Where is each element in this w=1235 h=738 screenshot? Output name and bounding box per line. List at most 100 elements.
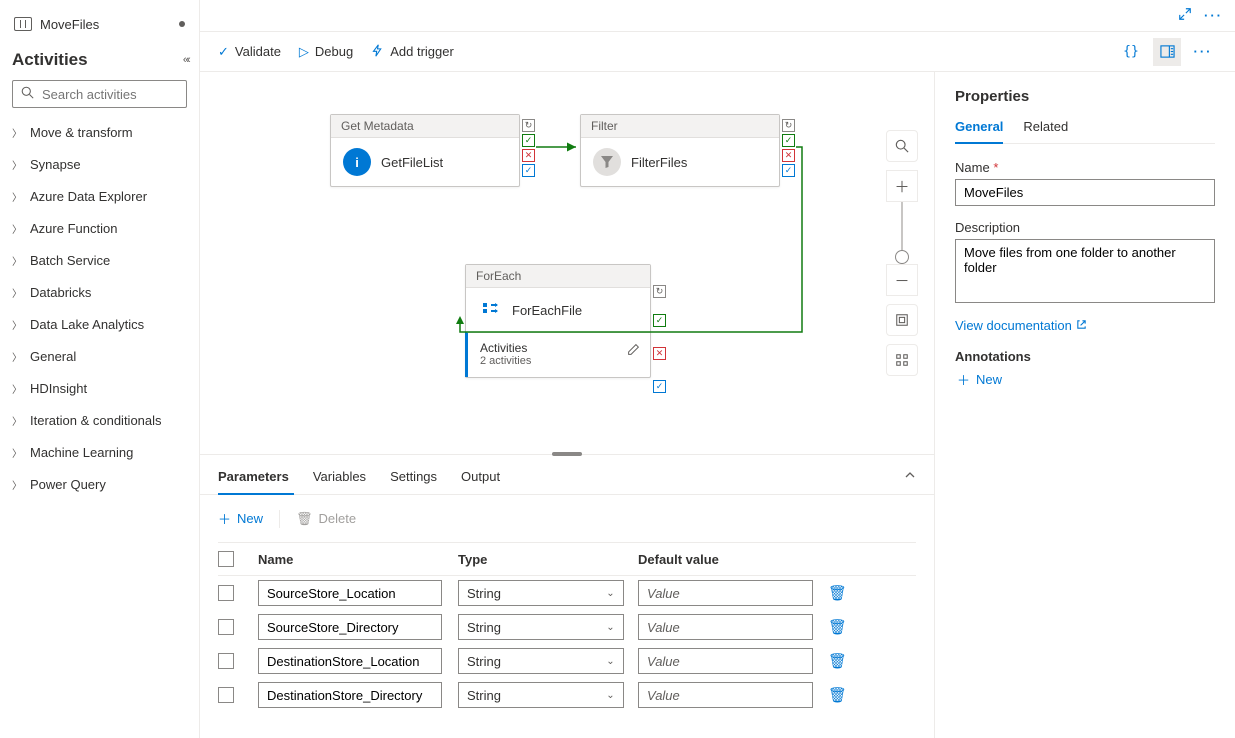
node-get-metadata[interactable]: Get Metadata i GetFileList ↻ ✓ ✕ ✓ bbox=[330, 114, 520, 187]
tab-general[interactable]: General bbox=[955, 119, 1003, 144]
add-trigger-button[interactable]: Add trigger bbox=[371, 44, 454, 60]
activity-category[interactable]: 〉Move & transform bbox=[12, 116, 187, 148]
activity-category[interactable]: 〉Power Query bbox=[12, 468, 187, 500]
description-input[interactable] bbox=[955, 239, 1215, 303]
category-label: Machine Learning bbox=[30, 445, 133, 460]
zoom-thumb[interactable] bbox=[895, 250, 909, 264]
activity-category[interactable]: 〉General bbox=[12, 340, 187, 372]
port-skip-icon[interactable]: ↻ bbox=[522, 119, 535, 132]
json-code-button[interactable]: {} bbox=[1117, 38, 1145, 66]
activity-category[interactable]: 〉Machine Learning bbox=[12, 436, 187, 468]
select-all-checkbox[interactable] bbox=[218, 551, 234, 567]
collapse-panel-icon[interactable] bbox=[904, 469, 916, 494]
param-type-select[interactable]: String⌄ bbox=[458, 648, 624, 674]
param-default-input[interactable] bbox=[638, 614, 813, 640]
delete-label: Delete bbox=[319, 511, 357, 526]
param-type-select[interactable]: String⌄ bbox=[458, 614, 624, 640]
plus-icon: ＋ bbox=[218, 509, 231, 528]
param-name-input[interactable] bbox=[258, 580, 442, 606]
tab-output[interactable]: Output bbox=[461, 469, 500, 494]
activity-category[interactable]: 〉Data Lake Analytics bbox=[12, 308, 187, 340]
more-icon[interactable]: ··· bbox=[1204, 8, 1223, 23]
foreach-activities-section[interactable]: Activities 2 activities bbox=[465, 332, 650, 377]
param-type-select[interactable]: String⌄ bbox=[458, 682, 624, 708]
pipeline-canvas[interactable]: Get Metadata i GetFileList ↻ ✓ ✕ ✓ bbox=[200, 72, 934, 454]
activity-category[interactable]: 〉Synapse bbox=[12, 148, 187, 180]
node-type-label: Filter bbox=[581, 115, 779, 138]
trash-icon[interactable]: 🗑 bbox=[828, 619, 847, 636]
activity-category[interactable]: 〉Databricks bbox=[12, 276, 187, 308]
activity-category-list: 〉Move & transform〉Synapse〉Azure Data Exp… bbox=[12, 116, 187, 500]
trash-icon[interactable]: 🗑 bbox=[828, 585, 847, 602]
collapse-activities-icon[interactable]: «‹ bbox=[183, 54, 187, 66]
fit-to-screen-button[interactable] bbox=[886, 304, 918, 336]
search-tool-button[interactable] bbox=[886, 130, 918, 162]
param-default-input[interactable] bbox=[638, 648, 813, 674]
validate-button[interactable]: ✓ Validate bbox=[218, 44, 281, 60]
tab-settings[interactable]: Settings bbox=[390, 469, 437, 494]
port-skip-icon[interactable]: ↻ bbox=[782, 119, 795, 132]
node-filter[interactable]: Filter FilterFiles ↻ ✓ ✕ ✓ bbox=[580, 114, 780, 187]
node-ports: ↻ ✓ ✕ ✓ bbox=[782, 119, 795, 177]
param-name-input[interactable] bbox=[258, 648, 442, 674]
port-success-icon[interactable]: ✓ bbox=[653, 314, 666, 327]
trash-icon[interactable]: 🗑 bbox=[828, 687, 847, 704]
expand-icon[interactable] bbox=[1178, 7, 1192, 24]
name-input[interactable] bbox=[955, 179, 1215, 206]
activities-title-row: Activities «‹ bbox=[12, 50, 187, 70]
pipeline-tab[interactable]: MoveFiles bbox=[12, 8, 187, 40]
search-activities[interactable] bbox=[12, 80, 187, 108]
debug-button[interactable]: ▷ Debug bbox=[299, 44, 353, 60]
row-checkbox[interactable] bbox=[218, 585, 234, 601]
bottom-tabs: Parameters Variables Settings Output bbox=[200, 455, 934, 495]
auto-align-button[interactable] bbox=[886, 344, 918, 376]
param-name-input[interactable] bbox=[258, 614, 442, 640]
activity-category[interactable]: 〉Azure Function bbox=[12, 212, 187, 244]
tab-parameters[interactable]: Parameters bbox=[218, 469, 289, 494]
view-documentation-link[interactable]: View documentation bbox=[955, 318, 1087, 333]
node-foreach[interactable]: ForEach ForEachFile Activities 2 activit… bbox=[465, 264, 651, 378]
port-success-icon[interactable]: ✓ bbox=[782, 134, 795, 147]
trash-icon[interactable]: 🗑 bbox=[828, 653, 847, 670]
port-fail-icon[interactable]: ✕ bbox=[653, 347, 666, 360]
param-name-input[interactable] bbox=[258, 682, 442, 708]
delete-parameter-button[interactable]: 🗑 Delete bbox=[296, 511, 356, 527]
port-completion-icon[interactable]: ✓ bbox=[782, 164, 795, 177]
port-success-icon[interactable]: ✓ bbox=[522, 134, 535, 147]
pencil-icon[interactable] bbox=[627, 343, 640, 359]
category-label: General bbox=[30, 349, 76, 364]
pipeline-toolbar: ✓ Validate ▷ Debug Add trigger {} ··· bbox=[200, 32, 1235, 72]
name-label: Name * bbox=[955, 160, 1215, 175]
port-completion-icon[interactable]: ✓ bbox=[522, 164, 535, 177]
toolbar-more-icon[interactable]: ··· bbox=[1189, 38, 1217, 66]
category-label: HDInsight bbox=[30, 381, 87, 396]
node-name: ForEachFile bbox=[512, 303, 582, 318]
port-completion-icon[interactable]: ✓ bbox=[653, 380, 666, 393]
row-checkbox[interactable] bbox=[218, 653, 234, 669]
zoom-out-button[interactable]: － bbox=[886, 264, 918, 296]
port-fail-icon[interactable]: ✕ bbox=[782, 149, 795, 162]
checkmark-icon: ✓ bbox=[218, 44, 229, 60]
activity-category[interactable]: 〉Azure Data Explorer bbox=[12, 180, 187, 212]
zoom-slider[interactable] bbox=[901, 202, 903, 264]
row-checkbox[interactable] bbox=[218, 687, 234, 703]
divider bbox=[279, 510, 280, 528]
zoom-in-button[interactable]: ＋ bbox=[886, 170, 918, 202]
port-fail-icon[interactable]: ✕ bbox=[522, 149, 535, 162]
tab-variables[interactable]: Variables bbox=[313, 469, 366, 494]
search-input[interactable] bbox=[40, 86, 220, 103]
activity-category[interactable]: 〉Batch Service bbox=[12, 244, 187, 276]
port-skip-icon[interactable]: ↻ bbox=[653, 285, 666, 298]
properties-toggle-button[interactable] bbox=[1153, 38, 1181, 66]
param-default-input[interactable] bbox=[638, 580, 813, 606]
tab-related[interactable]: Related bbox=[1023, 119, 1068, 143]
activity-category[interactable]: 〉HDInsight bbox=[12, 372, 187, 404]
param-type-select[interactable]: String⌄ bbox=[458, 580, 624, 606]
activity-category[interactable]: 〉Iteration & conditionals bbox=[12, 404, 187, 436]
new-annotation-button[interactable]: ＋ New bbox=[955, 370, 1215, 389]
activities-sub-title: Activities bbox=[480, 341, 638, 355]
row-checkbox[interactable] bbox=[218, 619, 234, 635]
param-default-input[interactable] bbox=[638, 682, 813, 708]
new-parameter-button[interactable]: ＋ New bbox=[218, 509, 263, 528]
pipeline-icon bbox=[14, 17, 32, 31]
